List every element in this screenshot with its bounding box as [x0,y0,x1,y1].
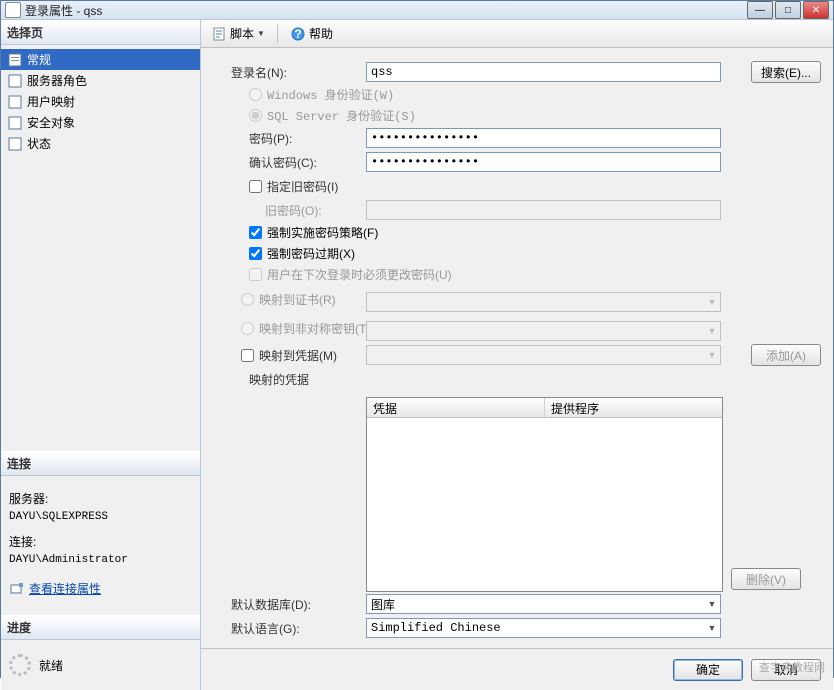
spinner-icon [9,654,31,676]
close-button[interactable]: ✕ [803,1,829,19]
credentials-grid[interactable]: 凭据 提供程序 [366,397,723,592]
chevron-down-icon: ▼ [257,29,265,38]
help-icon: ? [290,26,306,42]
enforce-expire-label: 强制密码过期(X) [267,245,355,262]
sql-auth-radio [249,109,262,122]
page-label: 常规 [27,51,51,68]
chevron-down-icon: ▼ [704,297,720,307]
ok-button[interactable]: 确定 [673,659,743,681]
confirm-password-input[interactable] [366,152,721,172]
toolbar-separator [277,25,278,43]
page-icon [7,115,23,131]
script-button[interactable]: 脚本 ▼ [207,23,269,44]
chevron-down-icon[interactable]: ▼ [704,623,720,633]
help-label: 帮助 [309,25,333,42]
left-pane: 选择页 常规 服务器角色 用户映射 安全对象 [1,20,201,690]
progress-header: 进度 [1,615,200,640]
default-db-value: 图库 [367,596,704,613]
page-item-securables[interactable]: 安全对象 [1,112,200,133]
connection-header: 连接 [1,451,200,476]
page-item-server-roles[interactable]: 服务器角色 [1,70,200,91]
default-db-combo[interactable]: 图库 ▼ [366,594,721,614]
chevron-down-icon[interactable]: ▼ [704,599,720,609]
server-label: 服务器: [9,490,192,509]
sql-auth-label: SQL Server 身份验证(S) [267,107,416,124]
page-icon [7,94,23,110]
page-label: 安全对象 [27,114,75,131]
windows-auth-radio [249,88,262,101]
connection-info: 服务器: DAYU\SQLEXPRESS 连接: DAYU\Administra… [1,476,200,615]
default-lang-combo[interactable]: Simplified Chinese ▼ [366,618,721,638]
map-cert-combo: ▼ [366,292,721,312]
specify-old-password-label: 指定旧密码(I) [267,178,338,195]
script-icon [211,26,227,42]
connection-icon [9,581,25,597]
page-list: 常规 服务器角色 用户映射 安全对象 状态 [1,45,200,158]
enforce-policy-label: 强制实施密码策略(F) [267,224,378,241]
page-item-status[interactable]: 状态 [1,133,200,154]
add-button: 添加(A) [751,344,821,366]
map-credential-label: 映射到凭据(M) [259,347,337,364]
app-icon [5,2,21,18]
login-name-input[interactable] [366,62,721,82]
default-lang-value: Simplified Chinese [367,621,704,635]
login-properties-window: 登录属性 - qss — □ ✕ 选择页 常规 服务器角色 用户映射 [0,0,834,678]
conn-value: DAYU\Administrator [9,552,192,570]
password-label: 密码(P): [231,130,366,147]
map-credential-checkbox[interactable] [241,349,254,362]
minimize-button[interactable]: — [747,1,773,19]
script-label: 脚本 [230,25,254,42]
help-button[interactable]: ? 帮助 [286,23,337,44]
default-db-label: 默认数据库(D): [231,596,366,613]
page-icon [7,136,23,152]
remove-button: 删除(V) [731,568,801,590]
page-icon [7,73,23,89]
page-label: 用户映射 [27,93,75,110]
server-value: DAYU\SQLEXPRESS [9,509,192,527]
old-password-input [366,200,721,220]
chevron-down-icon: ▼ [704,350,720,360]
windows-auth-label: Windows 身份验证(W) [267,86,394,103]
select-page-header: 选择页 [1,20,200,45]
must-change-label: 用户在下次登录时必须更改密码(U) [267,266,452,283]
right-pane: 脚本 ▼ ? 帮助 登录名(N): 搜索(E)... [201,20,833,690]
default-lang-label: 默认语言(G): [231,620,366,637]
old-password-label: 旧密码(O): [231,202,366,219]
specify-old-password-checkbox[interactable] [249,180,262,193]
maximize-button[interactable]: □ [775,1,801,19]
must-change-checkbox [249,268,262,281]
chevron-down-icon: ▼ [704,326,720,336]
titlebar[interactable]: 登录属性 - qss — □ ✕ [1,1,833,20]
svg-text:?: ? [294,27,301,41]
login-name-label: 登录名(N): [231,64,366,81]
page-label: 服务器角色 [27,72,87,89]
grid-col-credential[interactable]: 凭据 [367,398,545,417]
page-icon [7,52,23,68]
enforce-policy-checkbox[interactable] [249,226,262,239]
page-item-user-mapping[interactable]: 用户映射 [1,91,200,112]
password-input[interactable] [366,128,721,148]
progress-status: 就绪 [39,657,63,674]
enforce-expire-checkbox[interactable] [249,247,262,260]
map-credential-combo: ▼ [366,345,721,365]
confirm-password-label: 确认密码(C): [231,154,366,171]
search-button[interactable]: 搜索(E)... [751,61,821,83]
window-title: 登录属性 - qss [25,2,747,19]
toolbar: 脚本 ▼ ? 帮助 [201,20,833,48]
view-connection-properties-link[interactable]: 查看连接属性 [29,580,101,599]
form-area: 登录名(N): 搜索(E)... Windows 身份验证(W) SQL Ser… [201,48,833,648]
page-item-general[interactable]: 常规 [1,49,200,70]
mapped-credentials-label: 映射的凭据 [231,371,366,388]
conn-label: 连接: [9,533,192,552]
footer: 确定 取消 [201,648,833,690]
map-asym-combo: ▼ [366,321,721,341]
grid-col-provider[interactable]: 提供程序 [545,398,722,417]
cancel-button[interactable]: 取消 [751,659,821,681]
page-label: 状态 [27,135,51,152]
